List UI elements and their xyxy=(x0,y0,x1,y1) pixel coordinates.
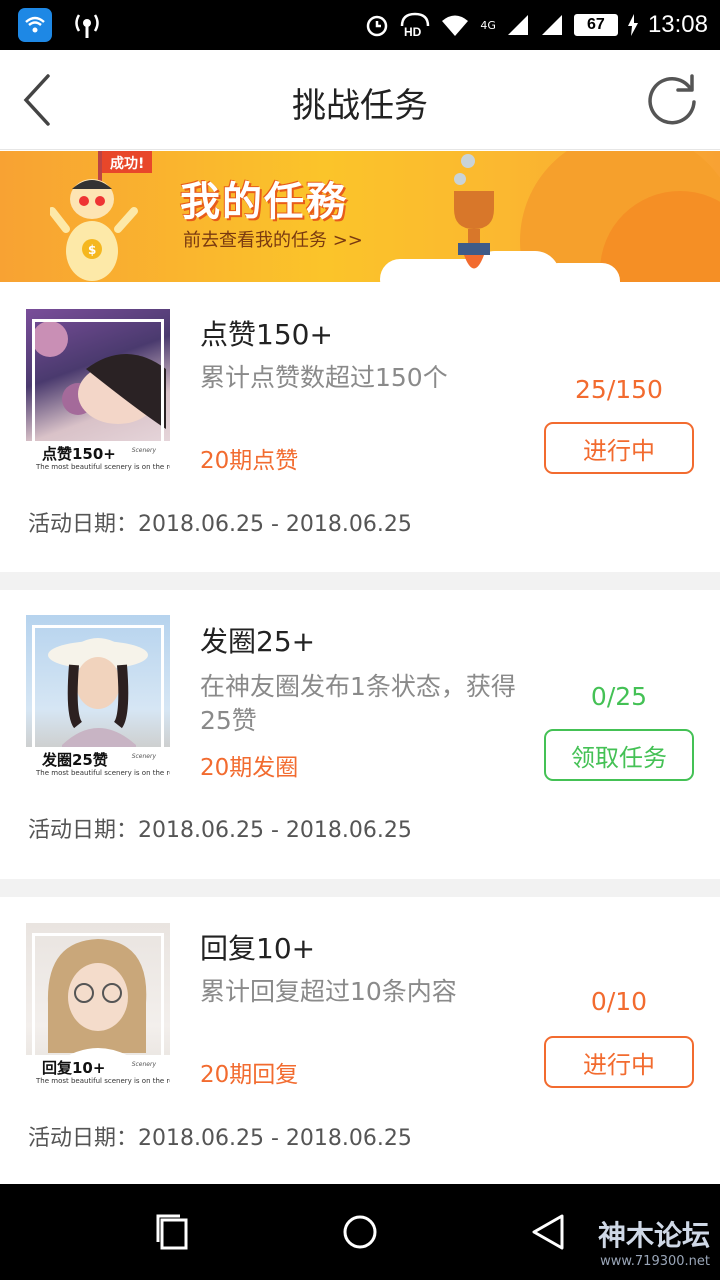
task-desc: 在神友圈发布1条状态，获得25赞 xyxy=(200,672,516,735)
task-date: 活动日期：2018.06.25 - 2018.06.25 xyxy=(28,512,412,537)
task-date: 活动日期：2018.06.25 - 2018.06.25 xyxy=(28,1126,412,1151)
wifi-app-icon xyxy=(18,8,52,42)
banner-cloud xyxy=(540,263,620,282)
task-card[interactable]: 发圈25赞 Scenery The most beautiful scenery… xyxy=(0,590,720,878)
task-desc: 累计点赞数超过150个 xyxy=(200,363,448,392)
thumb-tag: Scenery xyxy=(131,447,156,454)
charging-icon xyxy=(627,14,638,36)
thumb-slogan: The most beautiful scenery is on the roa… xyxy=(36,1077,170,1085)
card-separator xyxy=(0,572,720,590)
thumb-caption: 点赞150+ Scenery The most beautiful scener… xyxy=(26,441,170,481)
thumb-slogan: The most beautiful scenery is on the roa… xyxy=(36,769,170,777)
wifi-icon xyxy=(442,15,469,36)
thumb-caption: 回复10+ Scenery The most beautiful scenery… xyxy=(26,1055,170,1095)
task-title: 发圈25+ xyxy=(200,625,316,658)
status-button[interactable]: 进行中 xyxy=(544,1036,694,1088)
my-tasks-banner[interactable]: 成功! $ 我的任務 前去查看我的任务 >> xyxy=(0,151,720,282)
thumb-caption-title: 发圈25赞 xyxy=(42,751,108,769)
claim-task-button[interactable]: 领取任务 xyxy=(544,729,694,781)
task-card[interactable]: 点赞150+ Scenery The most beautiful scener… xyxy=(0,283,720,571)
home-button[interactable] xyxy=(340,1212,380,1252)
thumb-tag: Scenery xyxy=(131,1061,156,1068)
thumb-slogan: The most beautiful scenery is on the roa… xyxy=(36,463,170,471)
task-period: 20期发圈 xyxy=(200,755,299,781)
recent-apps-icon xyxy=(156,1214,188,1250)
task-thumbnail: 发圈25赞 Scenery The most beautiful scenery… xyxy=(26,615,170,787)
banner-flag-text: 成功! xyxy=(110,155,144,172)
task-period: 20期回复 xyxy=(200,1062,299,1088)
recent-apps-button[interactable] xyxy=(152,1212,192,1252)
signal-icon xyxy=(507,15,528,35)
card-separator xyxy=(0,879,720,897)
back-triangle-icon xyxy=(532,1214,564,1250)
task-title: 回复10+ xyxy=(200,932,316,965)
signal-icon-2 xyxy=(541,15,562,35)
trophy-icon xyxy=(454,154,494,269)
refresh-icon xyxy=(648,74,696,125)
status-button[interactable]: 进行中 xyxy=(544,422,694,474)
task-progress: 25/150 xyxy=(575,375,663,404)
battery-level: 67 xyxy=(587,16,605,33)
refresh-button[interactable] xyxy=(644,72,700,128)
banner-title: 我的任務 xyxy=(180,179,348,225)
thumb-tag: Scenery xyxy=(131,753,156,760)
home-icon xyxy=(343,1215,377,1249)
status-right: HD 4G 67 13:08 xyxy=(364,8,708,42)
watermark-url: www.719300.net xyxy=(600,1254,710,1269)
app-header: 挑战任务 xyxy=(0,50,720,150)
task-card[interactable]: 回复10+ Scenery The most beautiful scenery… xyxy=(0,897,720,1184)
clock: 13:08 xyxy=(647,11,708,38)
task-desc: 累计回复超过10条内容 xyxy=(200,977,457,1006)
network-type: 4G xyxy=(480,18,496,32)
svg-text:$: $ xyxy=(88,243,96,257)
task-thumbnail: 点赞150+ Scenery The most beautiful scener… xyxy=(26,309,170,481)
watermark-logo: 神木论坛 xyxy=(597,1219,710,1252)
page-title: 挑战任务 xyxy=(292,86,428,126)
back-nav-button[interactable] xyxy=(528,1212,568,1252)
task-progress: 0/25 xyxy=(590,682,648,711)
hd-icon: HD xyxy=(401,12,430,38)
mascot-icon: 成功! $ xyxy=(50,151,152,281)
thumb-caption: 发圈25赞 Scenery The most beautiful scenery… xyxy=(26,747,170,787)
task-period: 20期点赞 xyxy=(200,448,299,474)
hotspot-icon xyxy=(75,14,99,38)
status-bar: HD 4G 67 13:08 xyxy=(0,0,720,50)
task-thumbnail: 回复10+ Scenery The most beautiful scenery… xyxy=(26,923,170,1095)
task-progress: 0/10 xyxy=(590,987,648,1016)
alarm-icon xyxy=(367,15,388,37)
thumb-caption-title: 点赞150+ xyxy=(42,445,116,463)
task-date: 活动日期：2018.06.25 - 2018.06.25 xyxy=(28,818,412,843)
task-title: 点赞150+ xyxy=(200,318,333,351)
banner-link[interactable]: 前去查看我的任务 >> xyxy=(183,226,363,252)
svg-text:HD: HD xyxy=(404,25,422,38)
battery-icon: 67 xyxy=(573,14,618,36)
system-nav-bar: 神木论坛 www.719300.net xyxy=(0,1184,720,1280)
thumb-caption-title: 回复10+ xyxy=(42,1059,106,1077)
status-left xyxy=(18,8,104,42)
